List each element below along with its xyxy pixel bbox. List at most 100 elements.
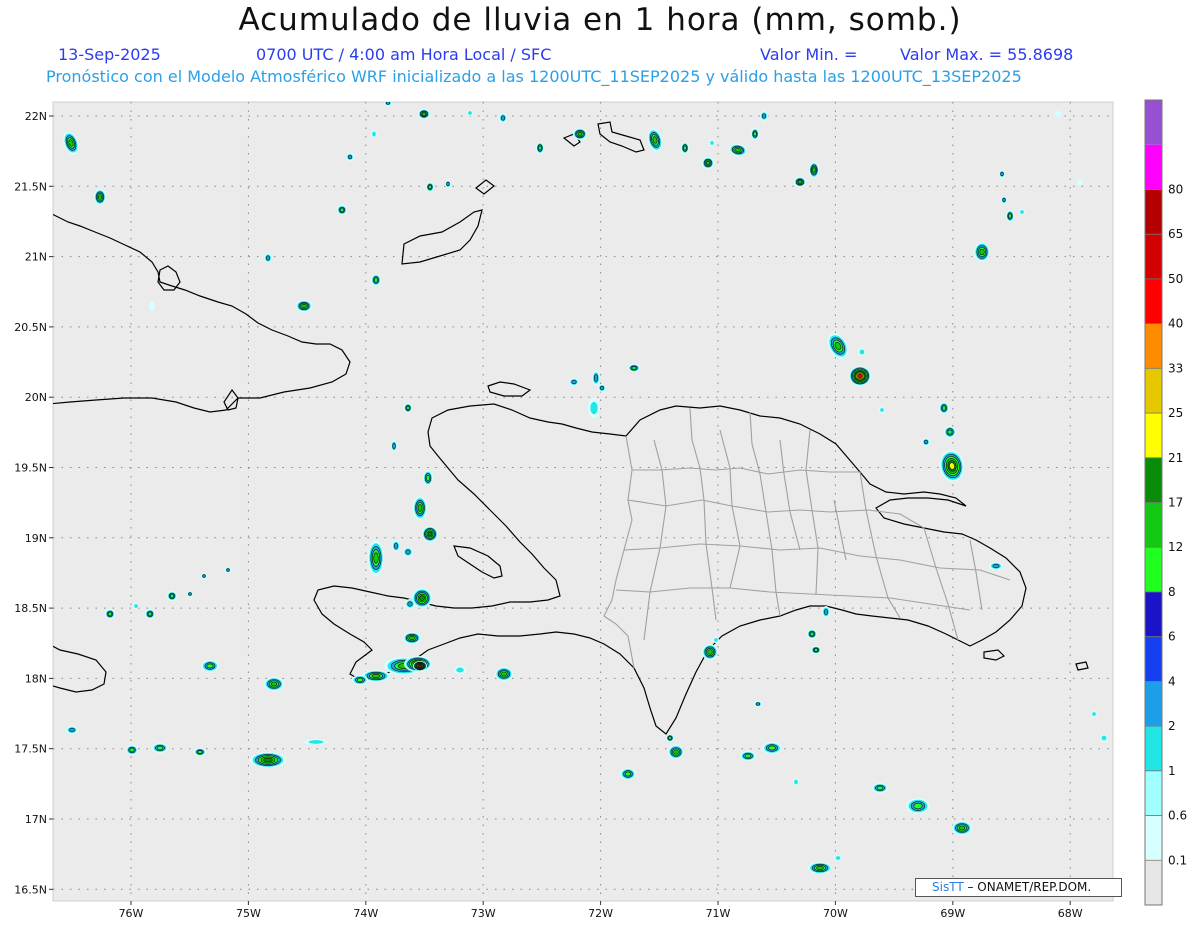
rain-cell [592, 370, 600, 386]
colorbar-swatch [1145, 502, 1162, 548]
rain-cell [445, 180, 451, 188]
rain-cell [391, 440, 397, 452]
rain-cell [423, 470, 433, 486]
rain-cell [702, 644, 718, 660]
rain-cell [573, 128, 587, 140]
colorbar-label: 50 [1168, 272, 1183, 286]
rain-cell [392, 540, 400, 552]
rain-cell [879, 407, 885, 413]
rain-cell [133, 603, 139, 609]
colorbar-label: 40 [1168, 317, 1183, 331]
lon-label: 68W [1058, 907, 1083, 920]
lat-label: 21.5N [14, 180, 47, 193]
rain-cell [822, 606, 830, 618]
rain-cell [412, 588, 432, 608]
lat-label: 19N [25, 532, 47, 545]
rain-cell [201, 660, 219, 672]
lat-label: 20.5N [14, 321, 47, 334]
colorbar-swatch [1145, 860, 1162, 905]
lat-label: 17N [25, 813, 47, 826]
rain-cell [702, 157, 714, 169]
rain-cell [751, 128, 759, 140]
rain-cell [405, 599, 415, 609]
rain-cell [811, 646, 821, 654]
rain-cell [264, 253, 272, 263]
colorbar-swatch [1145, 815, 1162, 861]
rain-cell [371, 274, 381, 286]
rain-cell [989, 562, 1003, 570]
lat-label: 17.5N [14, 743, 47, 756]
rain-cell [713, 637, 719, 643]
colorbar-label: 80 [1168, 182, 1183, 196]
colorbar-swatch [1145, 681, 1162, 727]
rain-cell [793, 778, 799, 786]
rain-cell [620, 768, 636, 780]
lat-label: 22N [25, 110, 47, 123]
rain-cell [167, 591, 177, 601]
rain-cell [974, 242, 990, 262]
rain-cell [403, 547, 413, 557]
rain-cell [152, 743, 168, 753]
rain-cell [834, 855, 842, 861]
rain-cell [346, 153, 354, 161]
rain-cell [1001, 196, 1007, 204]
rain-cell [1091, 711, 1097, 717]
rain-cell [906, 798, 930, 814]
colorbar-label: 21 [1168, 451, 1183, 465]
rain-cell [495, 667, 513, 681]
rain-cell [807, 629, 817, 639]
colorbar-label: 4 [1168, 674, 1176, 688]
rain-cell [809, 162, 819, 178]
rain-cell [939, 402, 949, 414]
colorbar-swatch [1145, 413, 1162, 458]
lon-label: 70W [823, 907, 848, 920]
rain-cell [1100, 734, 1108, 742]
lat-label: 18.5N [14, 602, 47, 615]
rain-cell [66, 726, 78, 734]
lon-label: 76W [119, 907, 144, 920]
rain-cell [1077, 179, 1083, 185]
colorbar-swatch [1145, 457, 1162, 503]
rain-cell [145, 609, 155, 619]
rain-cell [201, 573, 207, 579]
colorbar-label: 6 [1168, 630, 1176, 644]
rain-cell [668, 745, 684, 759]
rain-cell [872, 783, 888, 793]
colorbar-swatch [1145, 726, 1162, 771]
rain-cell [418, 109, 430, 119]
lon-label: 74W [353, 907, 378, 920]
colorbar-label: 0.1 [1168, 853, 1187, 867]
colorbar-swatch [1145, 278, 1162, 324]
rain-cell [681, 142, 689, 154]
rain-cell [709, 140, 715, 146]
rain-cell [371, 130, 377, 138]
rain-cell [426, 182, 434, 192]
rain-cell [922, 438, 930, 446]
rain-cell [762, 742, 782, 754]
lat-label: 19.5N [14, 462, 47, 475]
rain-cell [499, 113, 507, 123]
colorbar-swatch [1145, 144, 1162, 190]
rain-cell [304, 739, 328, 745]
lat-label: 20N [25, 391, 47, 404]
lat-label: 16.5N [14, 883, 47, 896]
colorbar-label: 0.6 [1168, 809, 1187, 823]
colorbar-label: 2 [1168, 719, 1176, 733]
rain-cell [352, 675, 368, 685]
colorbar-swatch [1145, 547, 1162, 592]
rain-cell [368, 540, 384, 576]
rain-cell [404, 403, 412, 413]
colorbar-label: 12 [1168, 540, 1183, 554]
rain-cell [1055, 111, 1061, 117]
rain-cell [194, 748, 206, 756]
colorbar-label: 25 [1168, 406, 1183, 420]
map-canvas: 76W 75W 74W 73W 72W 71W 70W 69W 68W22N21.5N21N20… [14, 99, 1187, 920]
colorbar-swatch [1145, 591, 1162, 637]
rain-cell [569, 378, 579, 386]
rain-cell [760, 111, 768, 121]
rain-cell [422, 526, 438, 542]
rain-cell [740, 751, 756, 761]
colorbar-label: 17 [1168, 496, 1183, 510]
rain-cell [413, 496, 427, 520]
rain-cell [384, 102, 392, 106]
